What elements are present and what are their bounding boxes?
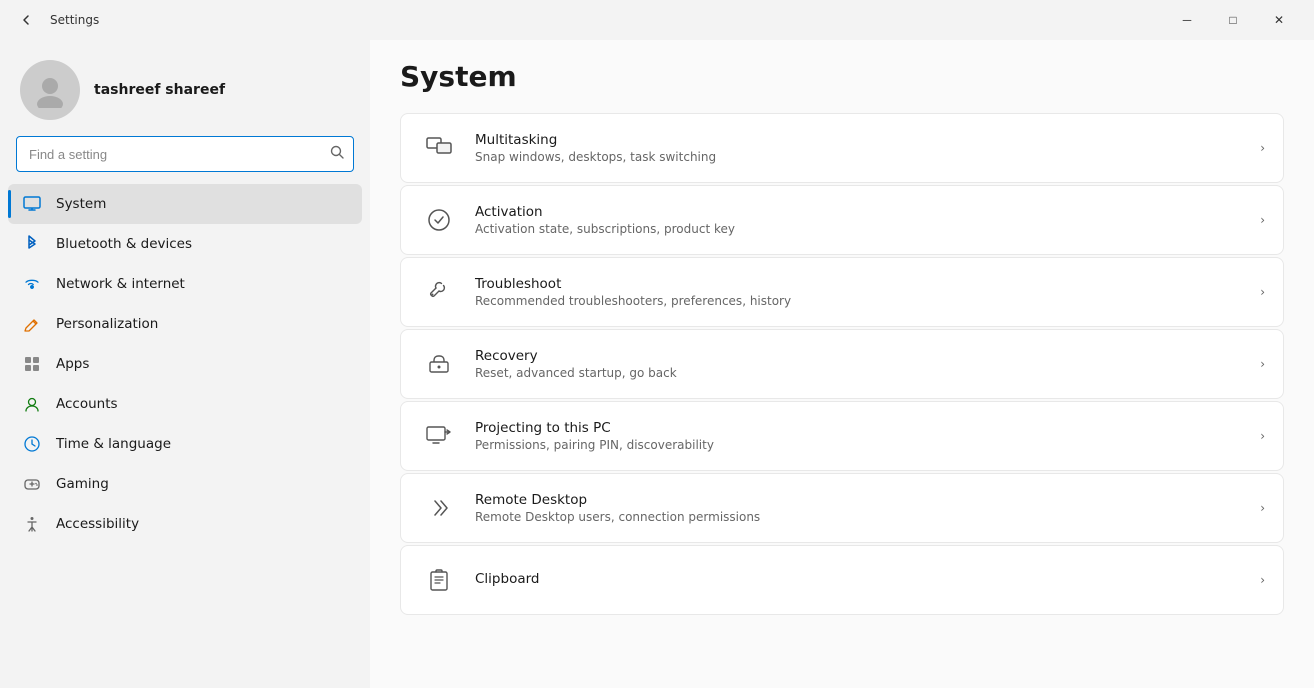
- projecting-text: Projecting to this PC Permissions, pairi…: [475, 420, 1244, 452]
- activation-text: Activation Activation state, subscriptio…: [475, 204, 1244, 236]
- minimize-button[interactable]: ─: [1164, 4, 1210, 36]
- sidebar-item-network[interactable]: Network & internet: [8, 264, 362, 304]
- system-icon: [22, 194, 42, 214]
- sidebar-item-time-label: Time & language: [56, 436, 171, 452]
- sidebar-item-bluetooth[interactable]: Bluetooth & devices: [8, 224, 362, 264]
- remotedesktop-desc: Remote Desktop users, connection permiss…: [475, 510, 1244, 524]
- projecting-title: Projecting to this PC: [475, 420, 1244, 436]
- setting-recovery[interactable]: Recovery Reset, advanced startup, go bac…: [400, 329, 1284, 399]
- accessibility-icon: [22, 514, 42, 534]
- troubleshoot-text: Troubleshoot Recommended troubleshooters…: [475, 276, 1244, 308]
- close-button[interactable]: ✕: [1256, 4, 1302, 36]
- search-box: [16, 136, 354, 172]
- setting-projecting[interactable]: Projecting to this PC Permissions, pairi…: [400, 401, 1284, 471]
- sidebar-item-gaming[interactable]: Gaming: [8, 464, 362, 504]
- titlebar: Settings ─ □ ✕: [0, 0, 1314, 40]
- page-title: System: [400, 60, 1284, 93]
- personalization-icon: [22, 314, 42, 334]
- remotedesktop-text: Remote Desktop Remote Desktop users, con…: [475, 492, 1244, 524]
- projecting-chevron: ›: [1260, 429, 1265, 443]
- sidebar-item-accounts[interactable]: Accounts: [8, 384, 362, 424]
- sidebar-item-accessibility[interactable]: Accessibility: [8, 504, 362, 544]
- sidebar-item-system[interactable]: System: [8, 184, 362, 224]
- setting-clipboard[interactable]: Clipboard ›: [400, 545, 1284, 615]
- activation-title: Activation: [475, 204, 1244, 220]
- multitasking-title: Multitasking: [475, 132, 1244, 148]
- setting-activation[interactable]: Activation Activation state, subscriptio…: [400, 185, 1284, 255]
- user-section: tashreef shareef: [0, 40, 370, 136]
- troubleshoot-title: Troubleshoot: [475, 276, 1244, 292]
- multitasking-chevron: ›: [1260, 141, 1265, 155]
- clipboard-icon: [419, 560, 459, 600]
- nav-list: System Bluetooth & devices: [0, 184, 370, 544]
- clipboard-chevron: ›: [1260, 573, 1265, 587]
- avatar: [20, 60, 80, 120]
- sidebar-item-apps[interactable]: Apps: [8, 344, 362, 384]
- network-icon: [22, 274, 42, 294]
- apps-icon: [22, 354, 42, 374]
- troubleshoot-desc: Recommended troubleshooters, preferences…: [475, 294, 1244, 308]
- recovery-title: Recovery: [475, 348, 1244, 364]
- sidebar-item-bluetooth-label: Bluetooth & devices: [56, 236, 192, 252]
- activation-chevron: ›: [1260, 213, 1265, 227]
- recovery-text: Recovery Reset, advanced startup, go bac…: [475, 348, 1244, 380]
- setting-remotedesktop[interactable]: Remote Desktop Remote Desktop users, con…: [400, 473, 1284, 543]
- app-body: tashreef shareef: [0, 40, 1314, 688]
- setting-troubleshoot[interactable]: Troubleshoot Recommended troubleshooters…: [400, 257, 1284, 327]
- main-content: System Multitasking Snap windows, deskto…: [370, 40, 1314, 688]
- sidebar-item-time[interactable]: Time & language: [8, 424, 362, 464]
- sidebar-item-network-label: Network & internet: [56, 276, 185, 292]
- clipboard-title: Clipboard: [475, 571, 1244, 587]
- activation-icon: [419, 200, 459, 240]
- multitasking-desc: Snap windows, desktops, task switching: [475, 150, 1244, 164]
- sidebar: tashreef shareef: [0, 40, 370, 688]
- remotedesktop-chevron: ›: [1260, 501, 1265, 515]
- search-input[interactable]: [16, 136, 354, 172]
- accounts-icon: [22, 394, 42, 414]
- sidebar-item-apps-label: Apps: [56, 356, 89, 372]
- sidebar-item-gaming-label: Gaming: [56, 476, 109, 492]
- settings-list: Multitasking Snap windows, desktops, tas…: [400, 113, 1284, 615]
- user-name: tashreef shareef: [94, 82, 225, 98]
- window-controls: ─ □ ✕: [1164, 4, 1302, 36]
- recovery-chevron: ›: [1260, 357, 1265, 371]
- setting-multitasking[interactable]: Multitasking Snap windows, desktops, tas…: [400, 113, 1284, 183]
- remotedesktop-icon: [419, 488, 459, 528]
- multitasking-text: Multitasking Snap windows, desktops, tas…: [475, 132, 1244, 164]
- recovery-icon: [419, 344, 459, 384]
- projecting-desc: Permissions, pairing PIN, discoverabilit…: [475, 438, 1244, 452]
- projecting-icon: [419, 416, 459, 456]
- clipboard-text: Clipboard: [475, 571, 1244, 589]
- remotedesktop-title: Remote Desktop: [475, 492, 1244, 508]
- recovery-desc: Reset, advanced startup, go back: [475, 366, 1244, 380]
- activation-desc: Activation state, subscriptions, product…: [475, 222, 1244, 236]
- multitasking-icon: [419, 128, 459, 168]
- sidebar-item-system-label: System: [56, 196, 106, 212]
- back-button[interactable]: [12, 6, 40, 34]
- sidebar-item-accessibility-label: Accessibility: [56, 516, 139, 532]
- time-icon: [22, 434, 42, 454]
- bluetooth-icon: [22, 234, 42, 254]
- maximize-button[interactable]: □: [1210, 4, 1256, 36]
- troubleshoot-icon: [419, 272, 459, 312]
- sidebar-item-accounts-label: Accounts: [56, 396, 118, 412]
- gaming-icon: [22, 474, 42, 494]
- troubleshoot-chevron: ›: [1260, 285, 1265, 299]
- sidebar-item-personalization[interactable]: Personalization: [8, 304, 362, 344]
- app-title: Settings: [50, 13, 1154, 27]
- sidebar-item-personalization-label: Personalization: [56, 316, 158, 332]
